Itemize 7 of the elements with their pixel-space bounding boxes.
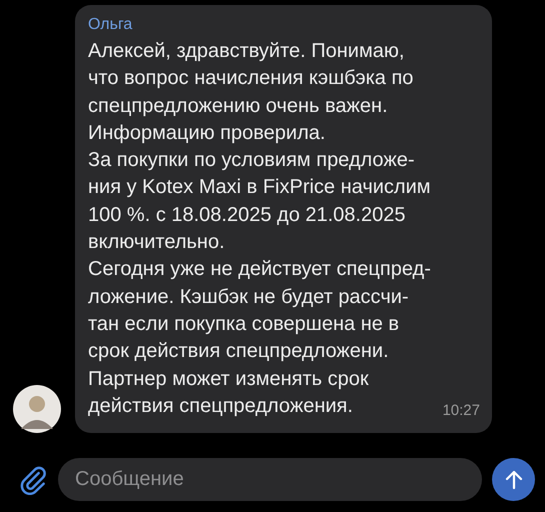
message-text: Алексей, здравствуйте. Понимаю, что вопрос начисления кэшбэка по спецпредложению очень важен. Информацию проверила. За покупки по условиям предложе- ния у Kotex Maxi в FixPrice начислим 100 %. с 18.08.2025 до 21.08.2025 включительно. Сегодня уже не действует спецпред- ложение. Кэшбэк не будет рассчи- тан если покупка совершена не в срок действия спецпредложени. Партнер может изменять срок действия спецпредложения. xyxy=(88,39,431,419)
send-button[interactable] xyxy=(492,458,535,501)
avatar xyxy=(13,385,61,434)
message-input[interactable]: Сообщение xyxy=(58,458,482,501)
sender-name: Ольга xyxy=(88,15,134,35)
paperclip-icon[interactable] xyxy=(18,464,48,494)
message-time: 10:27 xyxy=(442,402,480,420)
